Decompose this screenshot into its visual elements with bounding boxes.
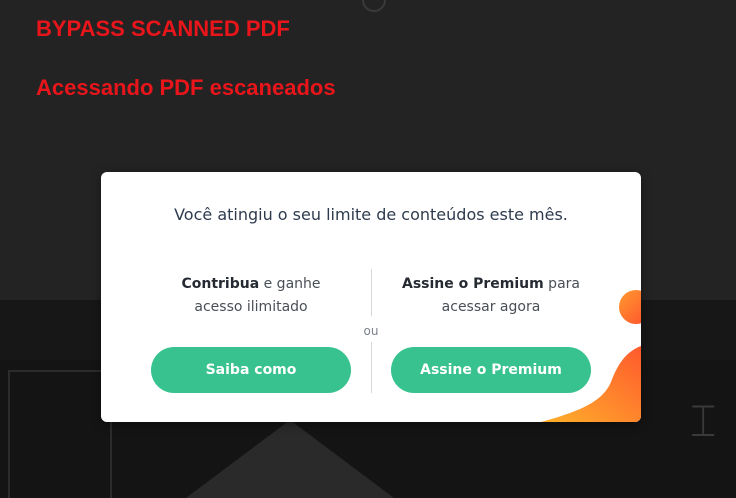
- overlay-title: BYPASS SCANNED PDF: [36, 16, 290, 41]
- divider-top: [371, 269, 372, 316]
- decoration-dot: [619, 290, 641, 324]
- background-glyph: ⌶: [690, 396, 717, 447]
- contribute-strong: Contribua: [181, 276, 260, 292]
- divider-bottom: [371, 342, 372, 393]
- paywall-modal: Você atingiu o seu limite de conteúdos e…: [101, 172, 641, 422]
- overlay-subtitle: Acessando PDF escaneados: [36, 75, 336, 100]
- contribute-text-2: acesso ilimitado: [194, 299, 308, 315]
- premium-description: Assine o Premium para acessar agora: [381, 273, 601, 319]
- premium-text-2: acessar agora: [441, 299, 541, 315]
- learn-how-button[interactable]: Saiba como: [151, 347, 351, 393]
- background-frame: [8, 370, 112, 498]
- or-separator: ou: [363, 324, 379, 338]
- premium-strong: Assine o Premium: [402, 276, 544, 292]
- background-shape: [170, 420, 410, 498]
- premium-text-1: para: [543, 276, 580, 292]
- subscribe-premium-button[interactable]: Assine o Premium: [391, 347, 591, 393]
- contribute-description: Contribua e ganhe acesso ilimitado: [141, 273, 361, 319]
- contribute-text-1: e ganhe: [259, 276, 321, 292]
- limit-reached-heading: Você atingiu o seu limite de conteúdos e…: [174, 205, 568, 224]
